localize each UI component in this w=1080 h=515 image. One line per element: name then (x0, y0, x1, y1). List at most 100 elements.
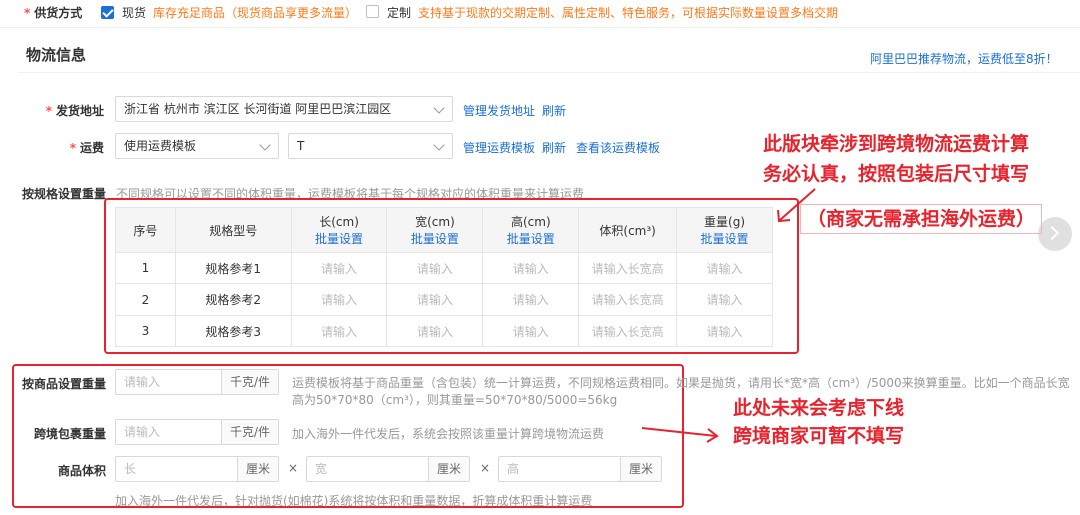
product-weight-placeholder: 请输入 (124, 375, 161, 389)
parcel-weight-placeholder: 请输入 (124, 425, 161, 439)
volume-value: 请输入长宽高 (578, 283, 678, 316)
annotation-top-note: （商家无需承担海外运费） (800, 204, 1043, 234)
batch-width-link[interactable]: 批量设置 (387, 230, 482, 247)
product-weight-hint-line1: 运费模板将基于商品重量（含包装）统一计算运费，不同规格运费相同。如果是抛货，请用… (292, 376, 1070, 390)
address-value: 浙江省 杭州市 滨江区 长河街道 阿里巴巴滨江园区 (124, 102, 392, 116)
recommended-logistics-link[interactable]: 阿里巴巴推荐物流，运费低至8折！ (870, 50, 1058, 67)
length-input[interactable]: 请输入 (290, 252, 388, 284)
view-template-link[interactable]: 查看该运费模板 (576, 139, 660, 156)
product-volume-label: 商品体积 (57, 464, 106, 478)
volume-width-input[interactable]: 宽 厘米 (306, 456, 470, 482)
volume-width-placeholder: 宽 (315, 462, 328, 476)
volume-value: 请输入长宽高 (578, 315, 678, 347)
parcel-weight-unit: 千克/件 (220, 420, 278, 444)
annotation-top-line2: 务必认真，按照包装后尺寸填写 (763, 163, 1030, 185)
supply-label: * 供货方式 (24, 6, 83, 20)
col-height-title: 高(cm) (510, 215, 551, 229)
volume-length-input[interactable]: 长 厘米 (115, 456, 279, 482)
volume-height-placeholder: 高 (507, 462, 520, 476)
weight-input[interactable]: 请输入 (676, 252, 773, 284)
col-width-title: 宽(cm) (415, 215, 455, 229)
chevron-right-icon (1044, 225, 1060, 241)
annotation-bottom: 此处未来会考虑下线 跨境商家可暂不填写 (733, 394, 904, 450)
manage-address-link[interactable]: 管理发货地址 (463, 102, 535, 119)
length-input[interactable]: 请输入 (290, 283, 388, 316)
chevron-down-icon (433, 139, 445, 151)
refresh-address-link[interactable]: 刷新 (542, 102, 566, 119)
row-index: 1 (115, 252, 176, 284)
freight-mode-select[interactable]: 使用运费模板 (115, 133, 279, 159)
stock-checkbox[interactable] (101, 6, 114, 19)
spec-weight-table: 序号 规格型号 长(cm) 批量设置 宽(cm) 批量设置 高(cm) 批量设置… (115, 207, 773, 347)
volume-height-unit: 厘米 (619, 457, 661, 481)
chevron-down-icon (259, 139, 271, 151)
product-weight-hint-line2: 高为50*70*80（cm³），则其重量=50*70*80/5000=56kg (292, 393, 618, 407)
divider (18, 72, 1080, 73)
col-model: 规格型号 (174, 207, 292, 253)
custom-note: 支持基于现款的交期定制、属性定制、特色服务，可根据实际数量设置多档交期 (418, 6, 839, 20)
col-weight-title: 重量(g) (704, 215, 746, 229)
chevron-down-icon (433, 102, 445, 114)
height-input[interactable]: 请输入 (482, 315, 580, 347)
freight-mode-value: 使用运费模板 (124, 139, 197, 153)
product-volume-hint: 加入海外一件代发后，针对抛货(如棉花)系统将按体积和重量数据，折算成体积重计算运… (115, 494, 593, 508)
next-arrow-button[interactable] (1038, 217, 1072, 251)
volume-height-input[interactable]: 高 厘米 (498, 456, 662, 482)
col-weight: 重量(g) 批量设置 (676, 207, 773, 253)
stock-note: 库存充足商品（现货商品享更多流量） (153, 6, 358, 20)
table-row: 2 规格参考2 请输入 请输入 请输入 请输入长宽高 请输入 (115, 283, 773, 316)
length-input[interactable]: 请输入 (290, 315, 388, 347)
custom-option-label: 定制 (387, 6, 412, 20)
product-weight-label: 按商品设置重量 (22, 377, 107, 391)
width-input[interactable]: 请输入 (386, 315, 484, 347)
parcel-weight-hint: 加入海外一件代发后，系统会按照该重量计算跨境物流运费 (292, 427, 605, 441)
supply-row: * 供货方式 现货 库存充足商品（现货商品享更多流量） 定制 支持基于现款的交期定… (0, 0, 1080, 28)
freight-label: * 运费 (69, 141, 104, 155)
stock-option-label: 现货 (122, 6, 147, 20)
annotation-bottom-line1: 此处未来会考虑下线 (733, 397, 905, 419)
annotation-top: 此版块牵涉到跨境物流运费计算 务必认真，按照包装后尺寸填写 (763, 129, 1029, 189)
product-weight-hint: 运费模板将基于商品重量（含包装）统一计算运费，不同规格运费相同。如果是抛货，请用… (292, 375, 1070, 409)
table-row: 1 规格参考1 请输入 请输入 请输入 请输入长宽高 请输入 (115, 252, 773, 284)
width-input[interactable]: 请输入 (386, 252, 484, 284)
table-header-row: 序号 规格型号 长(cm) 批量设置 宽(cm) 批量设置 高(cm) 批量设置… (115, 207, 773, 253)
times-sign: × (480, 461, 491, 475)
times-sign: × (288, 461, 299, 475)
weight-input[interactable]: 请输入 (676, 283, 773, 316)
arrow-icon (777, 188, 816, 223)
refresh-freight-link[interactable]: 刷新 (542, 139, 566, 156)
row-index: 3 (115, 315, 176, 347)
arrow-icon (641, 427, 719, 443)
width-input[interactable]: 请输入 (386, 283, 484, 316)
logistics-title: 物流信息 (26, 46, 87, 64)
custom-checkbox[interactable] (366, 5, 379, 18)
parcel-weight-label: 跨境包裹重量 (33, 427, 106, 441)
row-model: 规格参考3 (174, 315, 292, 347)
spec-weight-label: 按规格设置重量 (22, 187, 107, 201)
height-input[interactable]: 请输入 (482, 283, 580, 316)
height-input[interactable]: 请输入 (482, 252, 580, 284)
parcel-weight-input[interactable]: 请输入 千克/件 (115, 419, 279, 445)
batch-weight-link[interactable]: 批量设置 (677, 230, 772, 247)
col-length: 长(cm) 批量设置 (290, 207, 388, 253)
freight-template-value: T (297, 139, 305, 153)
table-row: 3 规格参考3 请输入 请输入 请输入 请输入长宽高 请输入 (115, 315, 773, 347)
col-volume: 体积(cm³) (578, 207, 678, 253)
address-select[interactable]: 浙江省 杭州市 滨江区 长河街道 阿里巴巴滨江园区 (115, 96, 453, 122)
volume-width-unit: 厘米 (427, 457, 469, 481)
annotation-bottom-line2: 跨境商家可暂不填写 (733, 425, 905, 447)
annotation-top-line1: 此版块牵涉到跨境物流运费计算 (763, 133, 1030, 155)
row-model: 规格参考2 (174, 283, 292, 316)
weight-input[interactable]: 请输入 (676, 315, 773, 347)
col-index: 序号 (115, 207, 176, 253)
volume-value: 请输入长宽高 (578, 252, 678, 284)
col-width: 宽(cm) 批量设置 (386, 207, 484, 253)
product-weight-input[interactable]: 请输入 千克/件 (115, 369, 279, 395)
product-weight-unit: 千克/件 (220, 370, 278, 394)
freight-template-select[interactable]: T (288, 133, 453, 159)
batch-length-link[interactable]: 批量设置 (292, 230, 387, 247)
batch-height-link[interactable]: 批量设置 (483, 230, 578, 247)
manage-freight-link[interactable]: 管理运费模板 (463, 139, 535, 156)
col-length-title: 长(cm) (319, 215, 359, 229)
volume-length-unit: 厘米 (236, 457, 278, 481)
